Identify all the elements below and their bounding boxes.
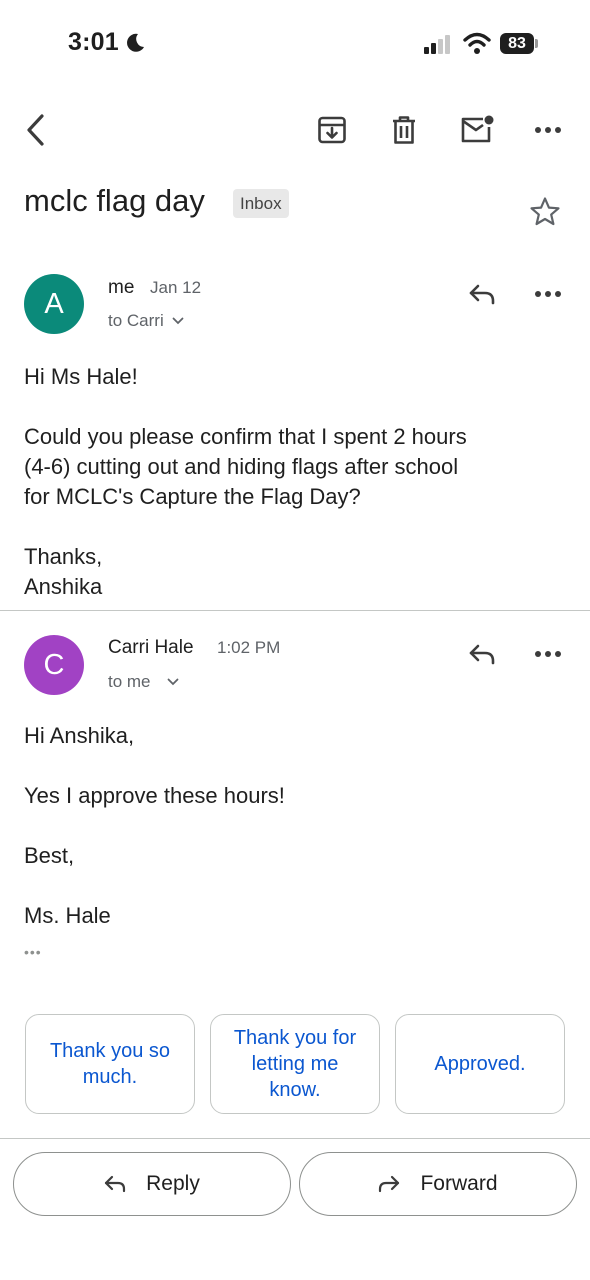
sender-avatar[interactable]: A bbox=[24, 274, 84, 334]
delete-button[interactable] bbox=[384, 110, 424, 150]
recipient-label: to me bbox=[108, 672, 151, 691]
do-not-disturb-moon-icon bbox=[127, 33, 144, 52]
body-line: Could you please confirm that I spent 2 … bbox=[24, 424, 467, 449]
smart-reply-chip[interactable]: Thank you for letting me know. bbox=[210, 1014, 380, 1114]
more-horizontal-icon bbox=[535, 291, 561, 297]
wifi-icon bbox=[463, 32, 491, 54]
reply-label: Reply bbox=[146, 1172, 200, 1195]
archive-icon bbox=[318, 116, 346, 144]
sender-name: Carri Hale bbox=[108, 637, 194, 658]
star-outline-icon bbox=[530, 197, 560, 226]
archive-button[interactable] bbox=[312, 110, 352, 150]
smart-reply-chip[interactable]: Thank you so much. bbox=[25, 1014, 195, 1114]
body-line: Ms. Hale bbox=[24, 903, 111, 928]
forward-arrow-icon bbox=[379, 1175, 400, 1193]
chevron-down-icon bbox=[167, 678, 178, 686]
reply-arrow-icon bbox=[469, 284, 495, 305]
sender-avatar[interactable]: C bbox=[24, 635, 84, 695]
body-line: (4-6) cutting out and hiding flags after… bbox=[24, 454, 459, 479]
chevron-down-icon bbox=[172, 317, 184, 325]
inbox-label-chip[interactable]: Inbox bbox=[233, 189, 289, 218]
recipient-details-toggle[interactable]: to Carri bbox=[108, 311, 184, 331]
mark-unread-button[interactable] bbox=[456, 110, 498, 150]
message-more-button[interactable] bbox=[528, 634, 568, 674]
more-horizontal-icon bbox=[535, 651, 561, 657]
reply-button[interactable] bbox=[462, 634, 502, 674]
message-date: 1:02 PM bbox=[217, 638, 281, 657]
recipient-label: to Carri bbox=[108, 311, 164, 330]
reply-arrow-icon bbox=[469, 644, 495, 665]
body-line: Best, bbox=[24, 843, 75, 868]
email-subject: mclc flag day bbox=[24, 183, 205, 218]
more-horizontal-icon bbox=[535, 127, 561, 133]
cellular-signal-icon bbox=[424, 35, 450, 54]
more-options-button[interactable] bbox=[528, 110, 568, 150]
body-line: for MCLC's Capture the Flag Day? bbox=[24, 484, 361, 509]
star-button[interactable] bbox=[526, 193, 564, 231]
smart-reply-chip[interactable]: Approved. bbox=[395, 1014, 565, 1114]
battery-level: 83 bbox=[500, 33, 534, 54]
body-line: Hi Ms Hale! bbox=[24, 364, 138, 389]
action-divider bbox=[0, 1138, 590, 1139]
show-trimmed-content-button[interactable]: ••• bbox=[24, 944, 42, 960]
body-line: Anshika bbox=[24, 574, 103, 599]
body-line: Hi Anshika, bbox=[24, 723, 135, 748]
battery-cap bbox=[535, 39, 538, 48]
trash-icon bbox=[393, 116, 415, 144]
message-divider bbox=[0, 610, 590, 611]
message-body: Hi Ms Hale! Could you please confirm tha… bbox=[24, 362, 574, 602]
body-line: Thanks, bbox=[24, 544, 103, 569]
forward-action-button[interactable]: Forward bbox=[299, 1152, 577, 1216]
message-body: Hi Anshika, Yes I approve these hours! B… bbox=[24, 721, 574, 931]
message-date: Jan 12 bbox=[150, 278, 202, 297]
reply-button[interactable] bbox=[462, 274, 502, 314]
reply-arrow-icon bbox=[105, 1175, 126, 1193]
sender-name: me bbox=[108, 277, 135, 298]
mark-unread-mail-icon bbox=[461, 115, 494, 143]
body-line: Yes I approve these hours! bbox=[24, 783, 285, 808]
recipient-details-toggle[interactable]: to me bbox=[108, 672, 179, 692]
back-arrow-icon bbox=[27, 114, 44, 146]
status-time: 3:01 bbox=[68, 28, 119, 56]
back-button[interactable] bbox=[16, 110, 56, 150]
forward-label: Forward bbox=[420, 1172, 498, 1195]
message-more-button[interactable] bbox=[528, 274, 568, 314]
reply-action-button[interactable]: Reply bbox=[13, 1152, 291, 1216]
